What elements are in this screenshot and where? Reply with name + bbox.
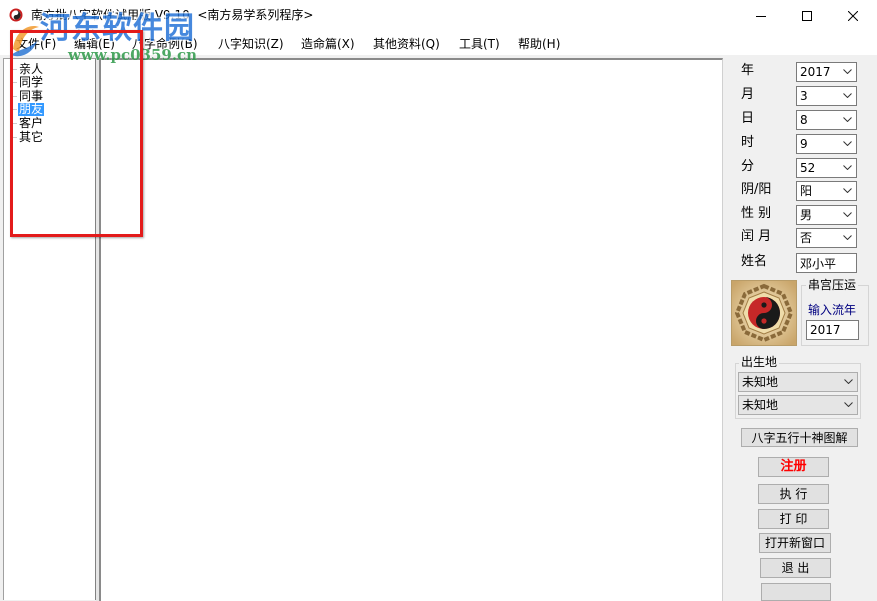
leap-month-label: 闰 月 — [741, 229, 772, 244]
calendar-type-select[interactable]: 阳 — [796, 181, 857, 201]
menu-edit[interactable]: 编辑(E) — [72, 37, 117, 51]
tree-item-others[interactable]: 其它 — [18, 131, 44, 144]
exit-button[interactable]: 退 出 — [760, 558, 831, 578]
title-bar[interactable]: 南方批八字软件试用版 V9.10 <南方易学系列程序> — [0, 0, 877, 31]
chevron-down-icon[interactable] — [843, 93, 852, 98]
chuangong-group-title: 串宫压运 — [806, 278, 859, 292]
minute-label: 分 — [741, 159, 755, 174]
chevron-down-icon[interactable] — [843, 69, 852, 74]
menu-help[interactable]: 帮助(H) — [516, 37, 562, 51]
birth-city-select[interactable]: 未知地 — [738, 395, 858, 415]
menu-bazi-cases[interactable]: 八字命例(B) — [130, 37, 200, 51]
birth-province-value: 未知地 — [742, 375, 779, 389]
blank-button[interactable] — [761, 583, 831, 601]
close-button[interactable] — [830, 0, 876, 31]
birth-province-select[interactable]: 未知地 — [738, 372, 858, 392]
tree-item-classmates[interactable]: 同学 — [18, 76, 44, 89]
print-button[interactable]: 打 印 — [758, 509, 829, 529]
register-button[interactable]: 注册 — [758, 457, 829, 477]
execute-button[interactable]: 执 行 — [758, 484, 829, 504]
gender-value: 男 — [800, 208, 813, 222]
chevron-down-icon[interactable] — [844, 379, 853, 384]
name-label: 姓名 — [741, 254, 768, 269]
chevron-down-icon[interactable] — [843, 212, 852, 217]
wuxing-shishen-diagram-button[interactable]: 八字五行十神图解 — [741, 428, 858, 447]
day-select[interactable]: 8 — [796, 110, 857, 130]
minimize-button[interactable] — [738, 0, 784, 31]
gender-label: 性 别 — [741, 206, 772, 221]
chevron-down-icon[interactable] — [843, 188, 852, 193]
minimize-icon — [756, 11, 766, 21]
chevron-down-icon[interactable] — [844, 402, 853, 407]
menu-zaoming[interactable]: 造命篇(X) — [299, 37, 357, 51]
chevron-down-icon[interactable] — [843, 117, 852, 122]
leap-month-select[interactable]: 否 — [796, 228, 857, 248]
minute-select[interactable]: 52 — [796, 158, 857, 178]
gender-select[interactable]: 男 — [796, 205, 857, 225]
tree-item-clients[interactable]: 客户 — [18, 117, 44, 130]
year-label: 年 — [741, 63, 755, 78]
year-select[interactable]: 2017 — [796, 62, 857, 82]
month-label: 月 — [741, 87, 755, 102]
flow-year-input[interactable] — [806, 320, 859, 340]
menu-bazi-knowledge[interactable]: 八字知识(Z) — [216, 37, 286, 51]
tree-item-friends[interactable]: 朋友 — [18, 103, 45, 116]
taiji-app-icon[interactable] — [9, 8, 23, 22]
month-value: 3 — [800, 89, 808, 103]
tree-connector-lines — [12, 60, 17, 138]
month-select[interactable]: 3 — [796, 86, 857, 106]
close-icon — [848, 10, 858, 21]
main-chart-area[interactable] — [99, 58, 723, 601]
menu-other-materials[interactable]: 其他资料(Q) — [371, 37, 442, 51]
maximize-icon — [802, 10, 812, 21]
year-value: 2017 — [800, 65, 831, 79]
name-input[interactable] — [796, 253, 857, 273]
birthplace-group-title: 出生地 — [739, 355, 780, 369]
menu-bar: 文件(F) 编辑(E) 八字命例(B) 八字知识(Z) 造命篇(X) 其他资料(… — [0, 31, 877, 56]
calendar-type-value: 阳 — [800, 184, 813, 198]
calendar-type-label: 阴/阳 — [741, 182, 772, 197]
open-new-window-button[interactable]: 打开新窗口 — [759, 533, 831, 553]
taiji-bagua-icon[interactable] — [731, 280, 797, 346]
hour-select[interactable]: 9 — [796, 134, 857, 154]
chevron-down-icon[interactable] — [843, 165, 852, 170]
menu-tools[interactable]: 工具(T) — [457, 37, 502, 51]
leap-month-value: 否 — [800, 231, 813, 245]
day-value: 8 — [800, 113, 808, 127]
maximize-button[interactable] — [784, 0, 830, 31]
minute-value: 52 — [800, 161, 816, 175]
chevron-down-icon[interactable] — [843, 235, 852, 240]
menu-file[interactable]: 文件(F) — [14, 37, 58, 51]
flow-year-label: 输入流年 — [808, 303, 857, 317]
chevron-down-icon[interactable] — [843, 141, 852, 146]
hour-label: 时 — [741, 135, 755, 150]
birth-city-value: 未知地 — [742, 398, 779, 412]
day-label: 日 — [741, 111, 755, 126]
window-title: 南方批八字软件试用版 V9.10 <南方易学系列程序> — [31, 8, 314, 22]
hour-value: 9 — [800, 137, 808, 151]
